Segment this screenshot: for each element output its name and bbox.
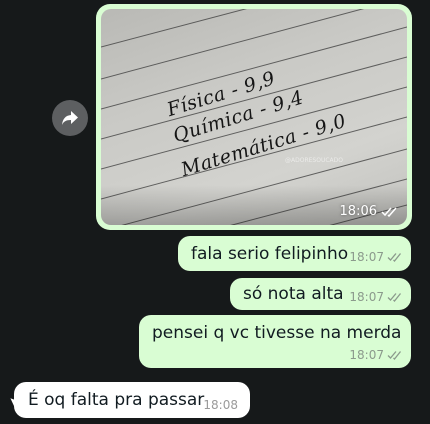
message-text: fala serio felipinho — [191, 244, 349, 264]
message-bubble[interactable]: só nota alta 18:07 — [230, 278, 411, 310]
message-time: 18:08 — [203, 398, 238, 412]
message-time: 18:07 — [349, 348, 384, 362]
image-message-meta: 18:06 — [340, 204, 399, 219]
message-time: 18:07 — [349, 250, 384, 264]
chat-area: Física - 9,9 Química - 9,4 Matemática - … — [0, 0, 430, 424]
image-message-time: 18:06 — [339, 204, 377, 219]
message-meta: 18:07 — [349, 250, 403, 264]
notebook-photo[interactable]: Física - 9,9 Química - 9,4 Matemática - … — [101, 9, 407, 225]
message-bubble[interactable]: É oq falta pra passar 18:08 — [14, 382, 250, 418]
message-meta: 18:08 — [203, 398, 238, 412]
message-meta: 18:07 — [349, 348, 403, 362]
photo-watermark: @ADORESOUCADO — [285, 157, 343, 164]
message-bubble[interactable]: pensei q vc tivesse na merda 18:07 — [139, 315, 411, 368]
message-text: É oq falta pra passar — [28, 390, 205, 410]
message-text: só nota alta — [243, 284, 344, 304]
read-ticks-icon — [381, 207, 397, 217]
message-time: 18:07 — [349, 290, 384, 304]
message-text: pensei q vc tivesse na merda — [152, 323, 402, 343]
message-bubble[interactable]: fala serio felipinho 18:07 — [178, 236, 411, 271]
read-ticks-icon — [387, 253, 402, 262]
read-ticks-icon — [387, 351, 402, 360]
image-message-bubble[interactable]: Física - 9,9 Química - 9,4 Matemática - … — [96, 4, 412, 230]
forward-button[interactable] — [52, 100, 88, 136]
forward-arrow-icon — [62, 111, 78, 125]
message-meta: 18:07 — [349, 290, 403, 304]
read-ticks-icon — [387, 293, 402, 302]
